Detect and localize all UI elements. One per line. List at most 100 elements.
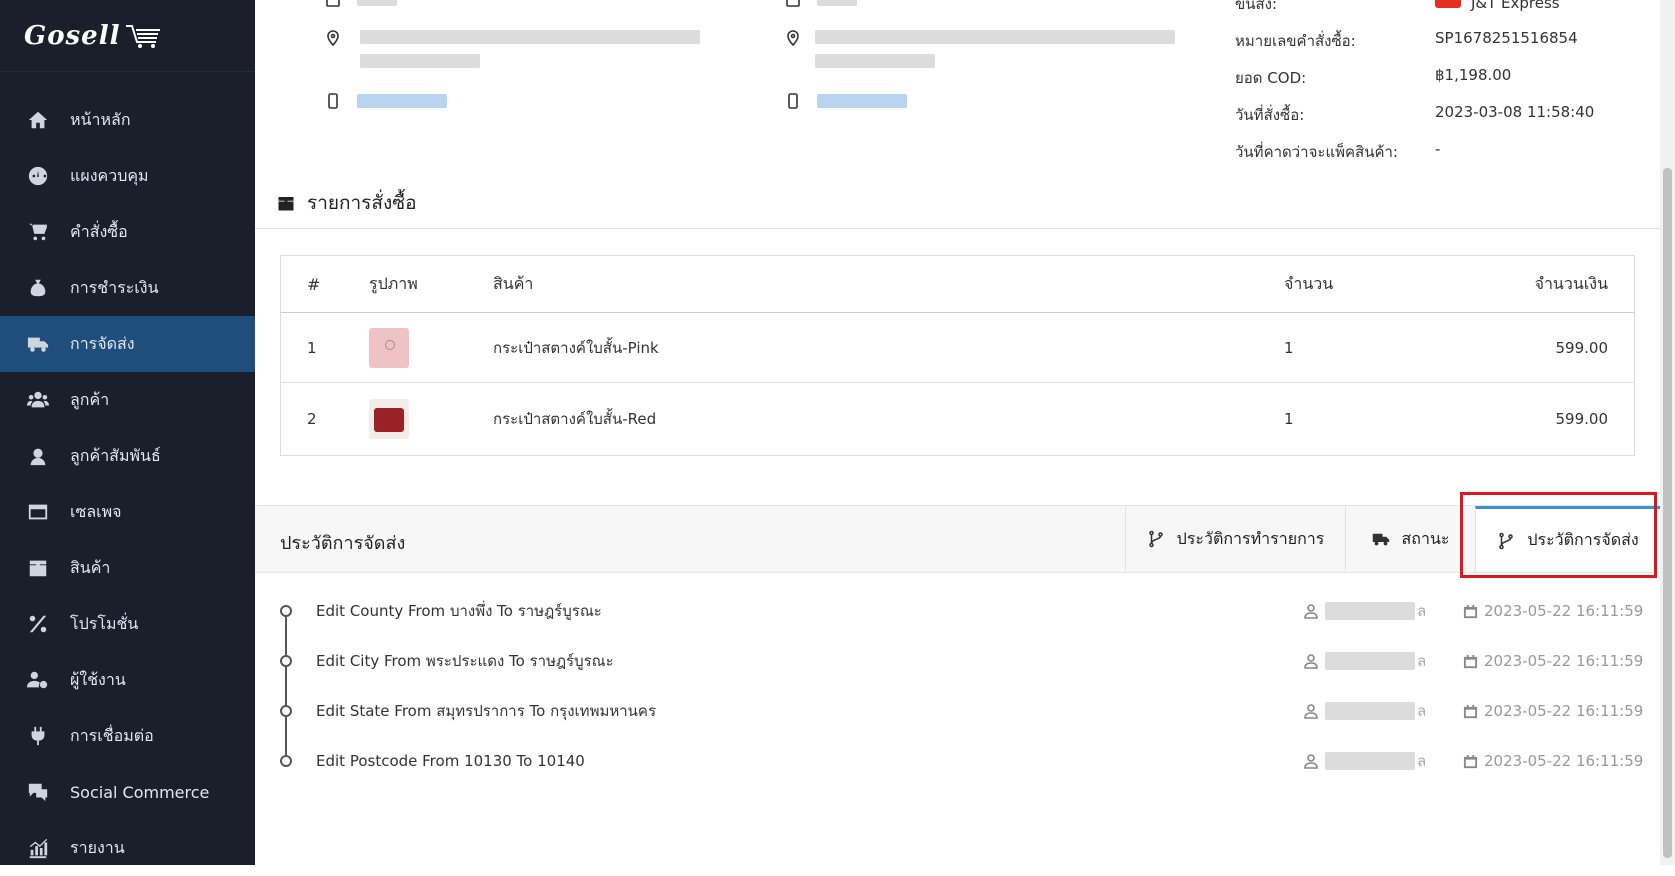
sidebar-item-label: โปรโมชั่น bbox=[70, 613, 139, 633]
chat-dollar-icon bbox=[26, 780, 50, 804]
sidebar-nav: หน้าหลัก แผงควบคุม คำสั่งซื้อ การชำระเงิ… bbox=[0, 92, 255, 876]
main-content: ขนส่ง: J&T Express หมายเลขคำสั่งซื้อ: SP… bbox=[255, 0, 1660, 865]
user-icon bbox=[1304, 604, 1318, 619]
order-number-row: หมายเลขคำสั่งซื้อ: SP1678251516854 bbox=[1235, 29, 1578, 53]
table-header: # รูปภาพ สินค้า จำนวน จำนวนเงิน bbox=[281, 256, 1634, 313]
truck-icon bbox=[26, 332, 50, 356]
logo-text: Gosell bbox=[24, 20, 121, 51]
receiver-name-line bbox=[785, 0, 857, 8]
id-card-icon bbox=[326, 0, 340, 7]
order-number-label: หมายเลขคำสั่งซื้อ: bbox=[1235, 32, 1356, 50]
redacted-address bbox=[815, 30, 1175, 44]
history-user: ล bbox=[1303, 649, 1426, 673]
sidebar-item-label: การชำระเงิน bbox=[70, 277, 159, 297]
cart-logo-icon bbox=[126, 24, 161, 48]
location-pin-icon bbox=[327, 30, 339, 46]
timeline-line bbox=[285, 611, 287, 761]
users-cog-icon bbox=[26, 668, 50, 692]
window-icon bbox=[26, 500, 50, 524]
timeline-dot bbox=[280, 605, 292, 617]
table-row: 1 กระเป๋าสตางค์ใบสั้น-Pink 1 599.00 bbox=[281, 313, 1634, 383]
pack-date-value: - bbox=[1435, 140, 1441, 158]
sidebar-item-payment[interactable]: การชำระเงิน bbox=[0, 260, 255, 316]
sidebar-item-dashboard[interactable]: แผงควบคุม bbox=[0, 148, 255, 204]
sidebar-item-promotions[interactable]: โปรโมชั่น bbox=[0, 596, 255, 652]
product-thumbnail[interactable] bbox=[369, 399, 409, 439]
carrier-logo-icon bbox=[1435, 0, 1461, 8]
history-date: 2023-05-22 16:11:59 bbox=[1463, 652, 1643, 670]
history-user: ล bbox=[1303, 699, 1426, 723]
headset-icon bbox=[26, 444, 50, 468]
product-thumbnail[interactable] bbox=[369, 327, 409, 368]
product-name: กระเป๋าสตางค์ใบสั้น-Pink bbox=[493, 338, 659, 357]
sidebar-item-label: Social Commerce bbox=[70, 782, 210, 802]
pack-date-row: วันที่คาดว่าจะแพ็คสินค้า: - bbox=[1235, 140, 1440, 164]
sidebar-item-label: ผู้ใช้งาน bbox=[70, 669, 126, 689]
carrier-label: ขนส่ง: bbox=[1235, 0, 1278, 13]
sender-phone-line bbox=[325, 93, 447, 109]
receiver-phone-line bbox=[785, 93, 907, 109]
row-qty: 1 bbox=[1284, 338, 1294, 357]
history-user: ล bbox=[1303, 749, 1426, 773]
history-entry: Edit County From บางพึ่ง To ราษฎร์บูรณะ … bbox=[255, 596, 1660, 626]
sender-address-line bbox=[325, 30, 341, 46]
history-text: Edit City From พระประแดง To ราษฎร์บูรณะ bbox=[316, 652, 614, 670]
history-entry: Edit State From สมุทรปราการ To กรุงเทพมห… bbox=[255, 696, 1660, 726]
truck-icon bbox=[1372, 533, 1389, 546]
sidebar-item-crm[interactable]: ลูกค้าสัมพันธ์ bbox=[0, 428, 255, 484]
order-items-heading: รายการสั่งซื้อ bbox=[277, 188, 417, 218]
sidebar-item-label: ลูกค้าสัมพันธ์ bbox=[70, 445, 161, 465]
history-entry: Edit Postcode From 10130 To 10140 ล 2023… bbox=[255, 746, 1660, 776]
redacted-name bbox=[357, 0, 397, 6]
tab-status[interactable]: สถานะ bbox=[1345, 506, 1475, 572]
calendar-icon bbox=[1463, 654, 1478, 668]
redacted-name bbox=[817, 0, 857, 6]
redacted-phone[interactable] bbox=[817, 94, 907, 108]
row-amount: 599.00 bbox=[1555, 338, 1609, 357]
home-icon bbox=[26, 108, 50, 132]
calendar-icon bbox=[1463, 754, 1478, 768]
sidebar-item-social-commerce[interactable]: Social Commerce bbox=[0, 764, 255, 820]
sidebar-item-orders[interactable]: คำสั่งซื้อ bbox=[0, 204, 255, 260]
cod-row: ยอด COD: ฿1,198.00 bbox=[1235, 66, 1511, 90]
sidebar-item-salepage[interactable]: เซลเพจ bbox=[0, 484, 255, 540]
order-items-title: รายการสั่งซื้อ bbox=[307, 192, 417, 214]
plug-icon bbox=[26, 724, 50, 748]
box-open-icon bbox=[278, 197, 294, 211]
user-icon bbox=[1304, 654, 1318, 669]
chart-icon bbox=[26, 836, 50, 860]
logo[interactable]: Gosell bbox=[0, 0, 255, 72]
sidebar: Gosell หน้าหลัก แผงควบคุม คำสั่งซื้อ การ… bbox=[0, 0, 255, 865]
tab-transaction-history[interactable]: ประวัติการทำรายการ bbox=[1125, 506, 1345, 572]
dashboard-icon bbox=[26, 164, 50, 188]
money-bag-icon bbox=[26, 276, 50, 300]
sidebar-item-label: สินค้า bbox=[70, 557, 111, 577]
history-title: ประวัติการจัดส่ง bbox=[280, 533, 406, 554]
user-icon bbox=[1304, 754, 1318, 769]
box-icon bbox=[26, 556, 50, 580]
vertical-scrollbar[interactable] bbox=[1660, 0, 1675, 865]
sidebar-item-home[interactable]: หน้าหลัก bbox=[0, 92, 255, 148]
redacted-address-2 bbox=[360, 54, 480, 68]
scrollbar-thumb[interactable] bbox=[1663, 168, 1672, 858]
cod-value: ฿1,198.00 bbox=[1435, 66, 1512, 84]
col-image: รูปภาพ bbox=[369, 273, 418, 293]
sidebar-item-reports[interactable]: รายงาน bbox=[0, 820, 255, 876]
receiver-address-line bbox=[785, 30, 801, 46]
product-name: กระเป๋าสตางค์ใบสั้น-Red bbox=[493, 410, 657, 428]
mobile-icon bbox=[328, 93, 338, 109]
sidebar-item-label: หน้าหลัก bbox=[70, 109, 131, 129]
history-entry: Edit City From พระประแดง To ราษฎร์บูรณะ … bbox=[255, 646, 1660, 676]
sidebar-item-customers[interactable]: ลูกค้า bbox=[0, 372, 255, 428]
history-text: Edit State From สมุทรปราการ To กรุงเทพมห… bbox=[316, 702, 657, 720]
sidebar-item-products[interactable]: สินค้า bbox=[0, 540, 255, 596]
sidebar-item-label: เซลเพจ bbox=[70, 501, 122, 521]
table-row: 2 กระเป๋าสตางค์ใบสั้น-Red 1 599.00 bbox=[281, 383, 1634, 455]
redacted-phone[interactable] bbox=[357, 94, 447, 108]
sidebar-item-shipping[interactable]: การจัดส่ง bbox=[0, 316, 255, 372]
sidebar-item-users[interactable]: ผู้ใช้งาน bbox=[0, 652, 255, 708]
history-text: Edit County From บางพึ่ง To ราษฎร์บูรณะ bbox=[316, 602, 602, 620]
history-date: 2023-05-22 16:11:59 bbox=[1463, 602, 1643, 620]
branch-icon bbox=[1148, 530, 1163, 548]
sidebar-item-integrations[interactable]: การเชื่อมต่อ bbox=[0, 708, 255, 764]
